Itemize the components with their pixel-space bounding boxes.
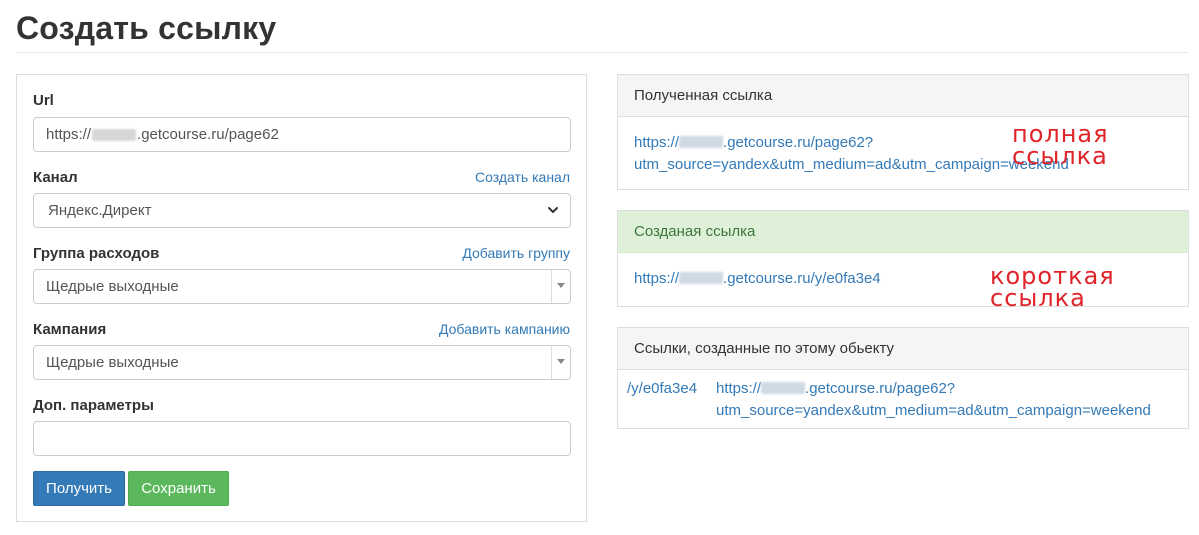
get-link-button[interactable]: Получить (33, 471, 125, 506)
extra-params-label: Доп. параметры (33, 397, 154, 414)
add-group-link[interactable]: Добавить группу (462, 245, 570, 261)
created-panel-heading: Созданая ссылка (618, 211, 1188, 253)
caret-down-icon (557, 283, 565, 288)
object-full-link-suffix: .getcourse.ru/page62? (805, 380, 956, 397)
expense-group-selected-value: Щедрые выходные (46, 278, 179, 295)
short-link-annotation: короткая ссылка (990, 262, 1115, 312)
short-link[interactable]: https:// .getcourse.ru/y/e0fa3e4 (634, 270, 881, 287)
short-link-prefix: https:// (634, 270, 680, 287)
short-link-suffix: .getcourse.ru/y/e0fa3e4 (723, 270, 881, 287)
url-input[interactable]: https:// .getcourse.ru/page62 (33, 117, 571, 152)
add-campaign-link[interactable]: Добавить кампанию (439, 321, 570, 337)
channel-label: Канал (33, 169, 78, 186)
object-links-row: /y/e0fa3e4 https:// .getcourse.ru/page62?… (618, 370, 1188, 428)
full-link-prefix: https:// (634, 134, 680, 151)
save-button[interactable]: Сохранить (128, 471, 229, 506)
url-suffix: .getcourse.ru/page62 (137, 126, 279, 143)
expense-group-select[interactable]: Щедрые выходные (33, 269, 571, 304)
result-panel-body: https:// .getcourse.ru/page62? utm_source=… (618, 117, 1188, 176)
caret-down-icon (557, 359, 565, 364)
full-link-annotation: полная ссылка (1012, 120, 1109, 170)
redacted-subdomain (679, 272, 724, 284)
created-link-panel: Созданая ссылка https:// .getcourse.ru/y/… (617, 210, 1189, 310)
object-short-link[interactable]: /y/e0fa3e4 (627, 378, 697, 400)
object-links-panel: Ссылки, созданные по этому обьекту /y/e0… (617, 327, 1189, 429)
object-full-link-prefix: https:// (716, 380, 762, 397)
create-link-form: Url https:// .getcourse.ru/page62 Канал С… (16, 74, 587, 522)
expense-group-label: Группа расходов (33, 245, 160, 262)
result-panel-heading: Полученная ссылка (618, 75, 1188, 117)
full-link-query: utm_source=yandex&utm_medium=ad&utm_camp… (634, 156, 1069, 173)
url-label: Url (33, 92, 54, 109)
chevron-down-icon (548, 207, 558, 213)
select-separator (551, 346, 552, 379)
title-divider (16, 52, 1188, 53)
created-panel-body: https:// .getcourse.ru/y/e0fa3e4 короткая… (618, 253, 1188, 310)
page-title: Создать ссылку (16, 10, 277, 46)
redacted-subdomain (761, 382, 806, 394)
campaign-select[interactable]: Щедрые выходные (33, 345, 571, 380)
url-prefix: https:// (46, 126, 92, 143)
object-full-link[interactable]: https:// .getcourse.ru/page62? utm_source=… (716, 378, 1151, 422)
redacted-subdomain (679, 136, 724, 148)
result-link-panel: Полученная ссылка https:// .getcourse.ru/… (617, 74, 1189, 190)
channel-selected-value: Яндекс.Директ (48, 202, 152, 219)
channel-select[interactable]: Яндекс.Директ (33, 193, 571, 228)
create-channel-link[interactable]: Создать канал (475, 169, 570, 185)
extra-params-input[interactable] (33, 421, 571, 456)
redacted-subdomain (92, 128, 137, 141)
full-link-suffix: .getcourse.ru/page62? (723, 134, 874, 151)
campaign-selected-value: Щедрые выходные (46, 354, 179, 371)
select-separator (551, 270, 552, 303)
object-full-link-query: utm_source=yandex&utm_medium=ad&utm_camp… (716, 402, 1151, 419)
object-links-panel-heading: Ссылки, созданные по этому обьекту (618, 328, 1188, 370)
full-link[interactable]: https:// .getcourse.ru/page62? utm_source=… (634, 134, 1069, 173)
campaign-label: Кампания (33, 321, 107, 338)
